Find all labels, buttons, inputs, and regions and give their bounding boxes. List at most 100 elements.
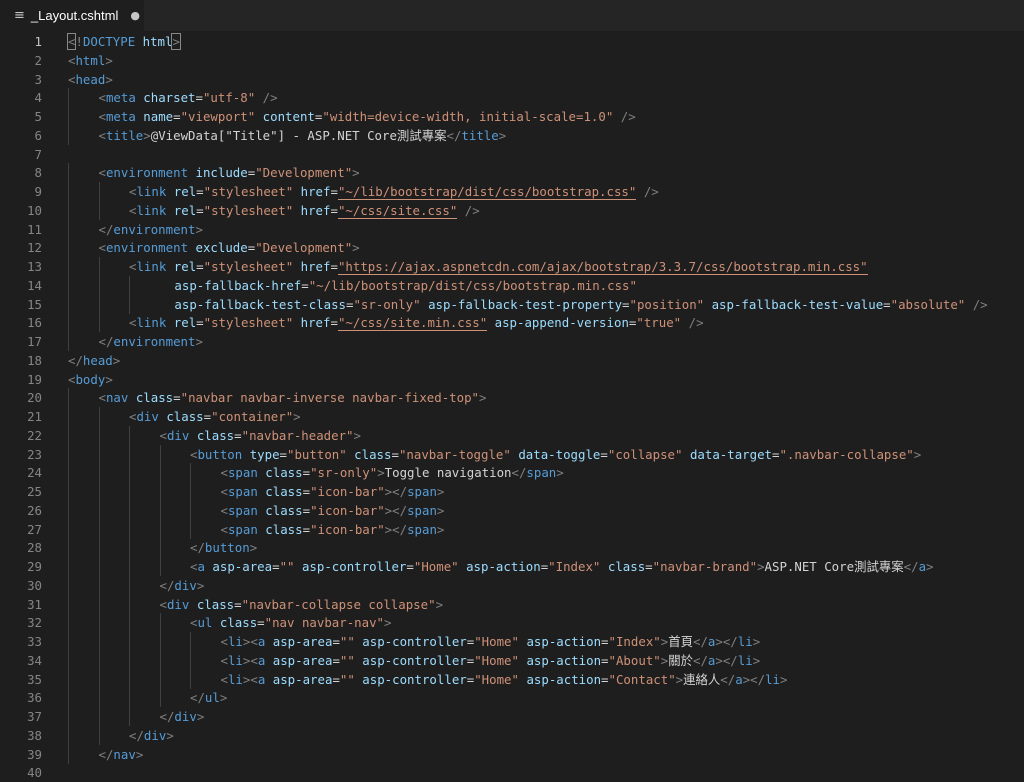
indent-guide bbox=[159, 650, 161, 670]
code-text: <span class="icon-bar"></span> bbox=[221, 520, 445, 539]
indent-guide bbox=[129, 557, 130, 576]
code-line[interactable]: 2 <html> bbox=[0, 51, 1024, 70]
code-token: ASP.NET Core測試專案 bbox=[764, 559, 904, 574]
code-text: <li><a asp-area="" asp-controller="Home"… bbox=[221, 651, 761, 670]
code-token: environment bbox=[113, 221, 196, 237]
code-token: /> bbox=[464, 202, 480, 218]
code-token: > bbox=[196, 577, 205, 593]
code-token: ></ bbox=[384, 521, 408, 537]
indent-guide bbox=[159, 463, 161, 483]
code-token: > bbox=[105, 71, 113, 87]
code-token: ></ bbox=[742, 671, 766, 687]
code-line[interactable]: 20 <nav class="navbar navbar-inverse navb… bbox=[0, 388, 1024, 407]
code-token: = bbox=[622, 296, 630, 312]
code-token: > bbox=[195, 334, 203, 349]
code-line[interactable]: 29 <a asp-area="" asp-controller="Home" a… bbox=[0, 557, 1024, 576]
code-line[interactable]: 6 <title>@ViewData["Title"] - ASP.NET Cor… bbox=[0, 126, 1024, 145]
code-text: <head> bbox=[68, 70, 113, 89]
code-token: > bbox=[384, 615, 392, 631]
code-token: </ bbox=[190, 690, 205, 706]
code-line[interactable]: 39 </nav> bbox=[0, 745, 1024, 764]
code-line[interactable]: 35 <li><a asp-area="" asp-controller="Hom… bbox=[0, 670, 1024, 689]
code-line[interactable]: 3 <head> bbox=[0, 70, 1024, 89]
code-line[interactable]: 14 asp-fallback-href="~/lib/bootstrap/di… bbox=[0, 276, 1024, 295]
code-line[interactable]: 33 <li><a asp-area="" asp-controller="Hom… bbox=[0, 632, 1024, 651]
indent-guide bbox=[190, 669, 191, 689]
unsaved-dot-icon[interactable]: ● bbox=[130, 9, 140, 22]
code-token: span bbox=[526, 465, 557, 481]
code-line[interactable]: 15 asp-fallback-test-class = "sr-only" asp… bbox=[0, 295, 1024, 314]
code-text: <button type="button" class="navbar-togg… bbox=[190, 445, 921, 464]
indent-guide bbox=[68, 613, 69, 633]
editor-tab[interactable]: ≡ _Layout.cshtml ● bbox=[0, 0, 144, 31]
code-line[interactable]: 30 </div> bbox=[0, 576, 1024, 595]
code-token: "~/lib/bootstrap/dist/css/bootstrap.min.… bbox=[308, 277, 637, 293]
code-line[interactable]: 36 </ul> bbox=[0, 688, 1024, 707]
code-token: rel bbox=[173, 259, 197, 274]
code-line[interactable]: 1 <!DOCTYPE html> bbox=[0, 32, 1024, 51]
code-line[interactable]: 16 <link rel="stylesheet" href="~/css/sit… bbox=[0, 313, 1024, 332]
code-line[interactable]: 37 </div> bbox=[0, 707, 1024, 726]
code-line[interactable]: 23 <button type="button" class="navbar-to… bbox=[0, 445, 1024, 464]
code-line[interactable]: 5 <meta name="viewport" content="width=de… bbox=[0, 107, 1024, 126]
indent-guide bbox=[68, 444, 69, 464]
code-line[interactable]: 17 </environment> bbox=[0, 332, 1024, 351]
code-token: "container" bbox=[211, 409, 294, 424]
code-token: class bbox=[196, 427, 235, 443]
code-token: "Home" bbox=[474, 671, 519, 687]
code-token: "stylesheet" bbox=[203, 315, 294, 331]
code-line[interactable]: 9 <link rel="stylesheet" href="~/lib/boot… bbox=[0, 182, 1024, 201]
code-editor[interactable]: 1 <!DOCTYPE html> 2 <html> 3 <head> 4 <meta cha… bbox=[0, 31, 1024, 780]
line-number: 10 bbox=[27, 202, 42, 218]
code-line[interactable]: 11 </environment> bbox=[0, 220, 1024, 239]
code-line[interactable]: 4 <meta charset="utf-8" /> bbox=[0, 88, 1024, 107]
code-line[interactable]: 34 <li><a asp-area="" asp-controller="Hom… bbox=[0, 651, 1024, 670]
code-token: "absolute" bbox=[890, 296, 966, 312]
code-line[interactable]: 13 <link rel="stylesheet" href="https://a… bbox=[0, 257, 1024, 276]
code-line[interactable]: 22 <div class="navbar-header"> bbox=[0, 426, 1024, 445]
code-token: link bbox=[136, 184, 167, 199]
code-line[interactable]: 8 <environment include="Development"> bbox=[0, 163, 1024, 182]
code-token: rel bbox=[173, 202, 197, 218]
code-token: < bbox=[98, 90, 106, 106]
code-text: <meta charset="utf-8" /> bbox=[99, 88, 278, 107]
code-line[interactable]: 18 </head> bbox=[0, 351, 1024, 370]
line-number: 23 bbox=[27, 446, 42, 462]
code-line[interactable]: 32 <ul class="nav navbar-nav"> bbox=[0, 613, 1024, 632]
code-line[interactable]: 10 <link rel="stylesheet" href="~/css/sit… bbox=[0, 201, 1024, 220]
code-token: = bbox=[302, 484, 311, 499]
code-line[interactable]: 7 bbox=[0, 145, 1024, 164]
code-line[interactable]: 38 </div> bbox=[0, 726, 1024, 745]
code-line[interactable]: 21 <div class="container"> bbox=[0, 407, 1024, 426]
indent-guide bbox=[98, 463, 100, 483]
code-line[interactable]: 12 <environment exclude="Development"> bbox=[0, 238, 1024, 257]
indent-guide bbox=[98, 725, 100, 745]
indent-guide bbox=[68, 632, 69, 651]
code-token: < bbox=[159, 596, 167, 612]
code-line[interactable]: 25 <span class="icon-bar"></span> bbox=[0, 482, 1024, 501]
code-token: "true" bbox=[636, 315, 682, 331]
code-text: <link rel="stylesheet" href="https://aja… bbox=[129, 257, 868, 276]
indent-guide bbox=[159, 632, 161, 651]
code-line[interactable]: 31 <div class="navbar-collapse collapse"> bbox=[0, 595, 1024, 614]
code-token: div bbox=[174, 709, 197, 724]
indent-guide bbox=[98, 650, 100, 670]
code-line[interactable]: 19 <body> bbox=[0, 370, 1024, 389]
code-token: "width=device-width, initial-scale=1.0" bbox=[322, 109, 614, 124]
code-token: asp-area bbox=[272, 652, 333, 668]
code-line[interactable]: 27 <span class="icon-bar"></span> bbox=[0, 520, 1024, 539]
indent-guide bbox=[159, 444, 161, 464]
code-token: > bbox=[752, 652, 761, 668]
code-token: "navbar navbar-inverse navbar-fixed-top" bbox=[180, 390, 480, 406]
indent-guide bbox=[98, 182, 100, 201]
code-line[interactable]: 26 <span class="icon-bar"></span> bbox=[0, 501, 1024, 520]
code-token: link bbox=[136, 315, 167, 331]
code-line[interactable]: 40 bbox=[0, 763, 1024, 782]
code-line[interactable]: 28 </button> bbox=[0, 538, 1024, 557]
code-token: < bbox=[220, 652, 228, 668]
code-token: href bbox=[300, 259, 331, 274]
code-token: charset bbox=[143, 90, 196, 106]
code-token: = bbox=[279, 446, 288, 462]
code-line[interactable]: 24 <span class="sr-only">Toggle navigatio… bbox=[0, 463, 1024, 482]
